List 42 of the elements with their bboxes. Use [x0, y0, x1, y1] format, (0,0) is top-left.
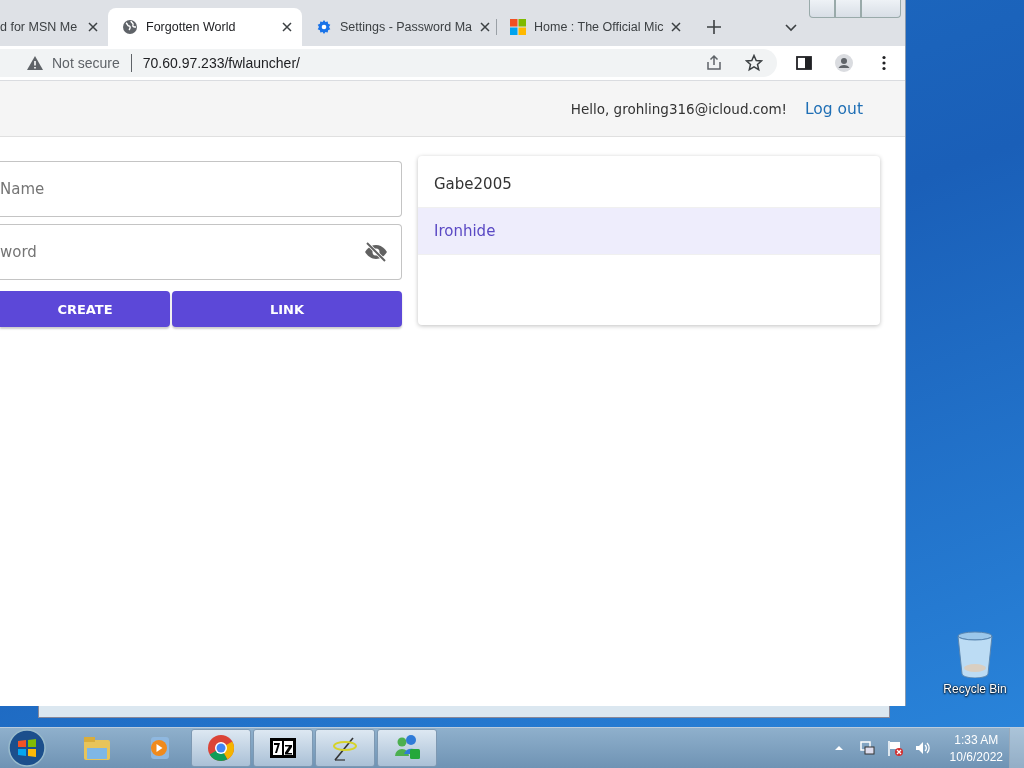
media-player-icon[interactable]	[151, 737, 169, 759]
taskbar-button[interactable]	[253, 729, 313, 767]
chrome-icon[interactable]	[208, 735, 234, 762]
star-icon[interactable]	[745, 54, 763, 72]
create-button[interactable]: CREATE	[0, 291, 170, 327]
greeting-text: Hello, grohling316@icloud.com!	[570, 100, 787, 117]
start-button[interactable]	[7, 728, 47, 768]
warning-icon	[26, 54, 44, 72]
name-field[interactable]: Name	[0, 161, 402, 217]
close-icon[interactable]	[88, 22, 98, 32]
plus-icon[interactable]	[706, 19, 722, 35]
browser-tab[interactable]: Home : The Official Mic	[496, 8, 690, 46]
tiles-logo-icon	[510, 19, 526, 35]
recycle-bin-icon[interactable]	[955, 630, 995, 678]
messenger-icon[interactable]	[395, 735, 420, 759]
archive-app-icon[interactable]	[270, 738, 296, 758]
globe-icon	[122, 19, 138, 35]
time-text: 1:33 AM	[954, 732, 999, 747]
address-bar[interactable]: Not secure 70.60.97.233/fwlauncher/	[0, 49, 777, 77]
profile-icon[interactable]	[835, 54, 853, 72]
date-text: 10/6/2022	[949, 749, 1003, 764]
gear-icon	[316, 19, 332, 35]
close-icon[interactable]	[480, 22, 490, 32]
close-icon[interactable]	[282, 22, 292, 32]
logout-link[interactable]: Log out	[805, 99, 863, 118]
browser-tab[interactable]: Settings - Password Ma	[302, 8, 496, 46]
close-icon[interactable]	[671, 22, 682, 32]
side-panel-icon[interactable]	[795, 54, 813, 72]
link-button[interactable]: LINK	[172, 291, 402, 327]
desktop-icon-label[interactable]: Recycle Bin	[943, 682, 1007, 696]
account-item[interactable]: Ironhide	[418, 208, 880, 255]
eye-off-icon[interactable]	[364, 240, 388, 264]
browser-tab[interactable]: Forgotten World	[108, 8, 302, 46]
share-icon[interactable]	[705, 54, 723, 72]
caret-icon[interactable]	[785, 21, 797, 33]
flag-icon[interactable]	[885, 739, 904, 757]
wand-icon[interactable]	[333, 737, 357, 761]
security-label[interactable]: Not secure	[52, 55, 120, 71]
password-field[interactable]: word	[0, 224, 402, 280]
url-text: 70.60.97.233/fwlauncher/	[142, 55, 300, 71]
network-icon[interactable]	[857, 739, 876, 757]
browser-tab[interactable]: d for MSN Me	[0, 8, 108, 46]
